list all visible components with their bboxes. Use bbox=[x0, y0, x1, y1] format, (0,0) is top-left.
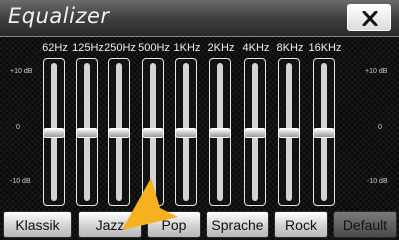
slider-knob[interactable] bbox=[278, 128, 300, 138]
frequency-labels: 62Hz 125Hz 250Hz 500Hz 1KHz 2KHz 4KHz 8K… bbox=[0, 42, 399, 58]
close-button[interactable] bbox=[347, 4, 391, 31]
preset-default-button[interactable]: Default bbox=[333, 211, 397, 238]
slider-4khz[interactable] bbox=[244, 58, 266, 206]
slider-knob[interactable] bbox=[209, 128, 231, 138]
slider-8khz[interactable] bbox=[278, 58, 300, 206]
slider-knob[interactable] bbox=[142, 128, 164, 138]
freq-label: 8KHz bbox=[276, 42, 304, 54]
slider-125hz[interactable] bbox=[76, 58, 98, 206]
scale-mid-left: 0 bbox=[16, 124, 20, 131]
scale-bottom-right: -10 dB bbox=[367, 178, 388, 185]
slider-16khz[interactable] bbox=[313, 58, 335, 206]
slider-knob[interactable] bbox=[313, 128, 335, 138]
preset-rock-button[interactable]: Rock bbox=[274, 211, 328, 238]
close-icon bbox=[362, 11, 378, 26]
preset-klassik-button[interactable]: Klassik bbox=[3, 211, 72, 238]
scale-mid-right: 0 bbox=[378, 124, 382, 131]
slider-knob[interactable] bbox=[43, 128, 65, 138]
scale-top-left: +10 dB bbox=[10, 68, 33, 75]
slider-knob[interactable] bbox=[108, 128, 130, 138]
scale-top-right: +10 dB bbox=[365, 68, 388, 75]
slider-2khz[interactable] bbox=[209, 58, 231, 206]
scale-bottom-left: -10 dB bbox=[10, 178, 31, 185]
slider-knob[interactable] bbox=[244, 128, 266, 138]
slider-knob[interactable] bbox=[175, 128, 197, 138]
freq-label: 16KHz bbox=[308, 42, 342, 54]
preset-sprache-button[interactable]: Sprache bbox=[206, 211, 269, 238]
window-title: Equalizer bbox=[8, 4, 110, 28]
preset-bar: Klassik Jazz Pop Sprache Rock Default bbox=[0, 211, 399, 240]
title-bar: Equalizer bbox=[0, 0, 399, 37]
slider-knob[interactable] bbox=[76, 128, 98, 138]
pointer-arrow-icon bbox=[122, 178, 178, 230]
freq-label: 2KHz bbox=[207, 42, 235, 54]
slider-62hz[interactable] bbox=[43, 58, 65, 206]
